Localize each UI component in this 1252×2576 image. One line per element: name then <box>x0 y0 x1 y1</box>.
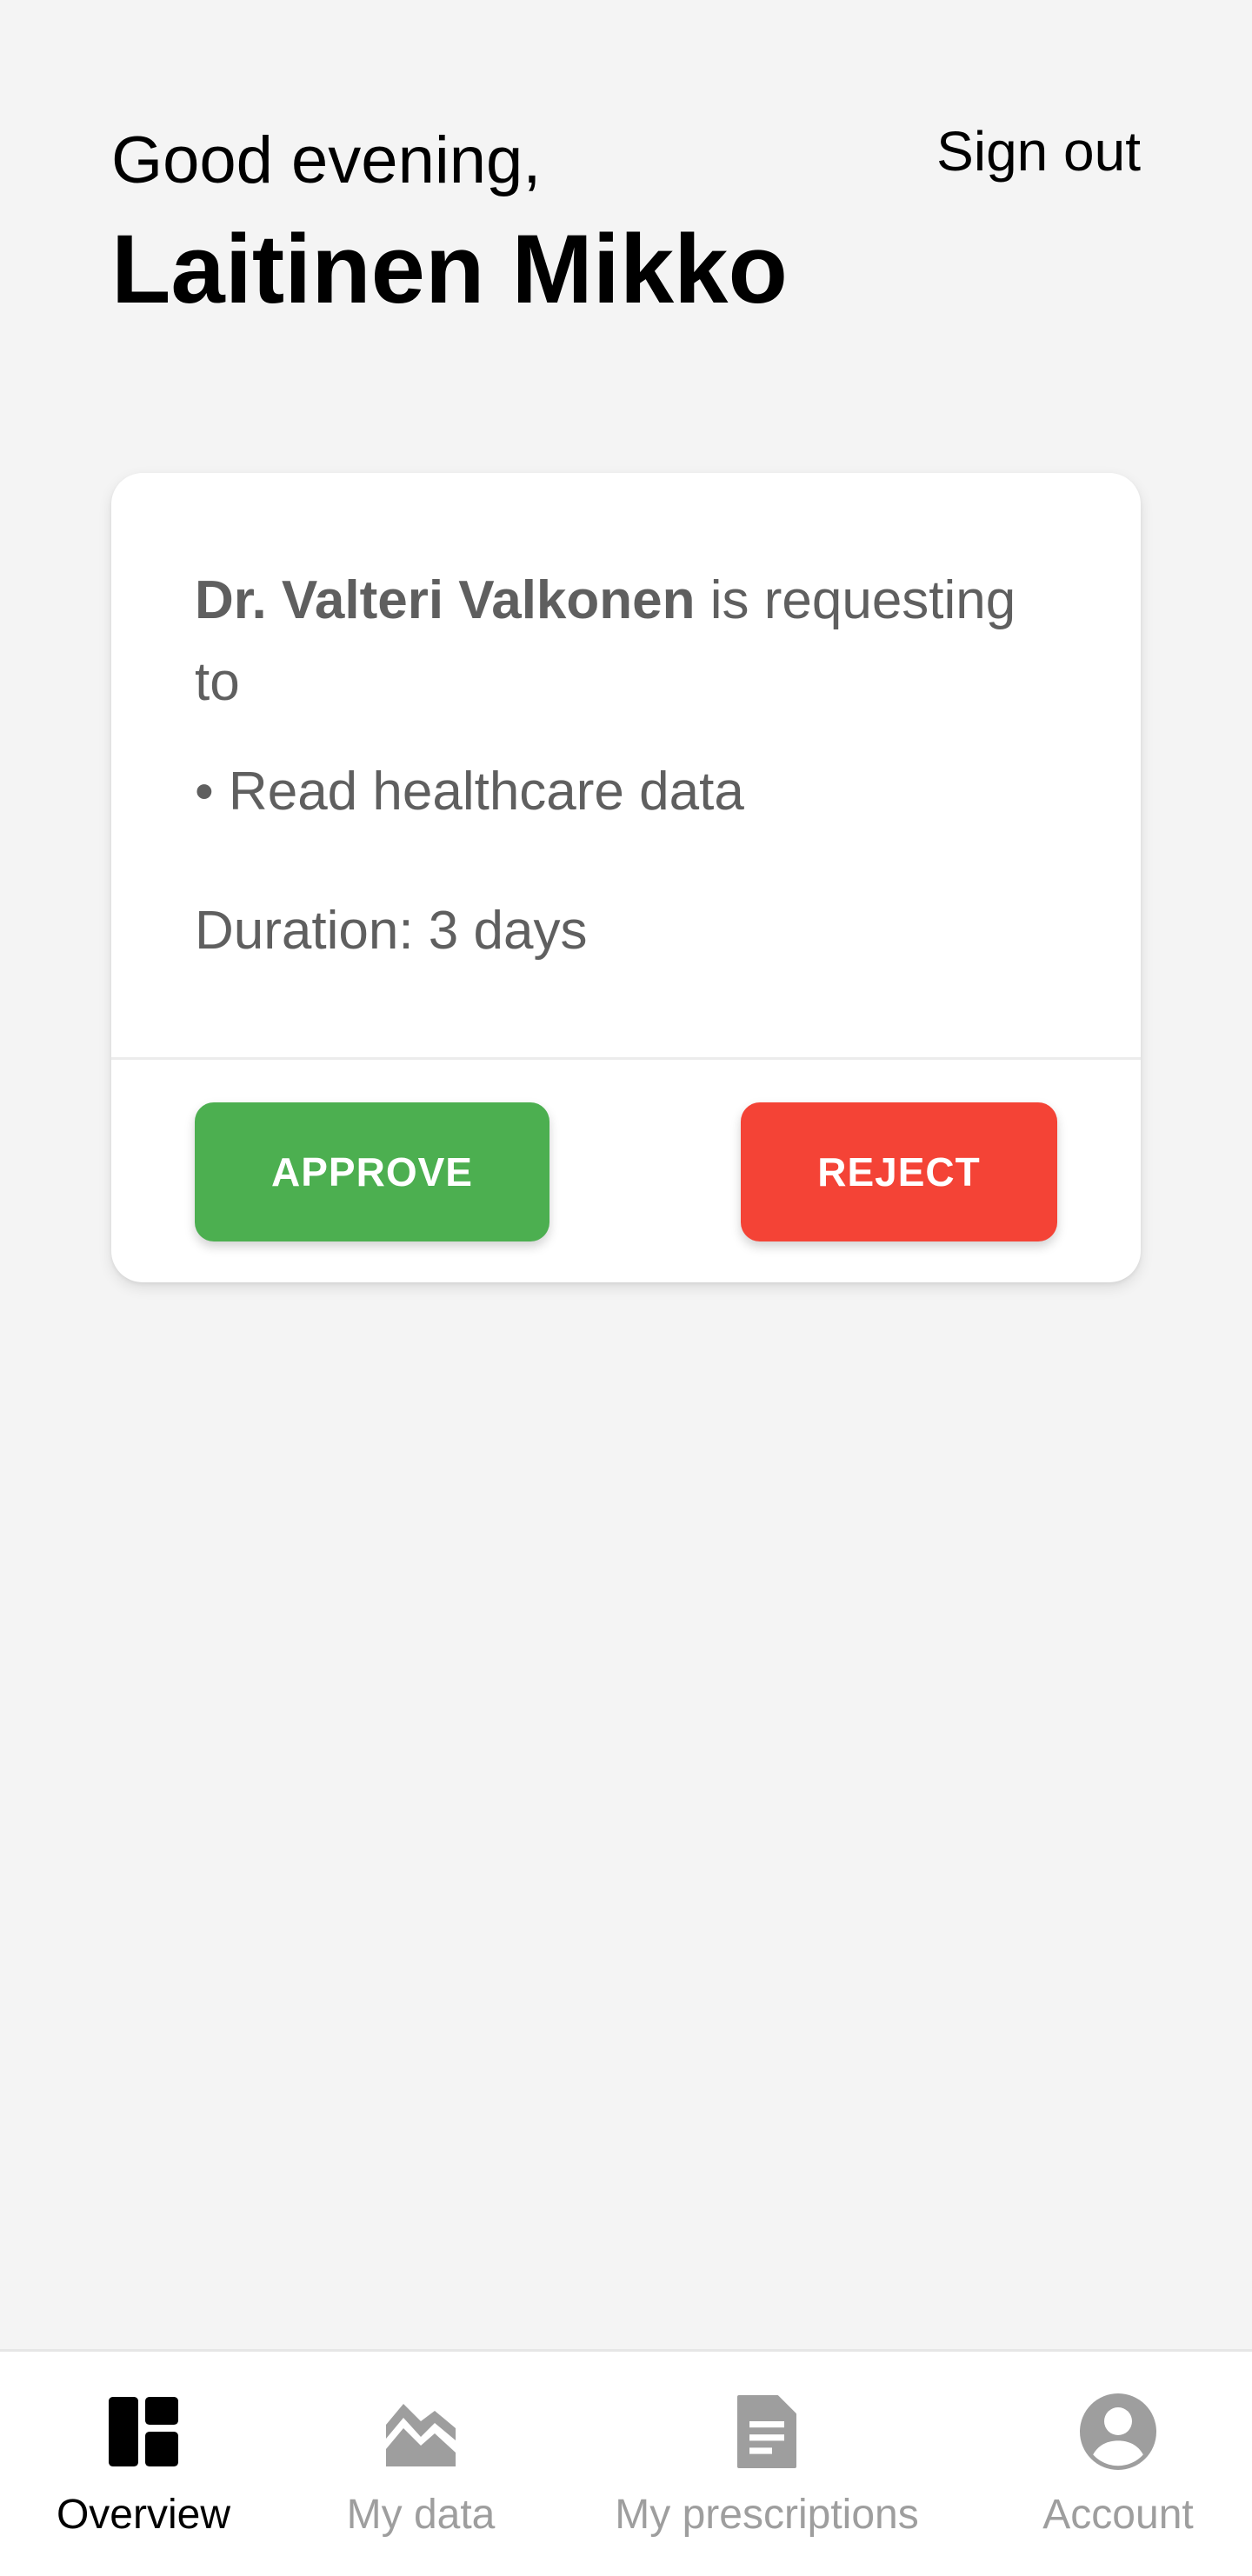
card-divider <box>111 1057 1141 1060</box>
request-duration: Duration: 3 days <box>195 901 588 961</box>
request-message: Dr. Valteri Valkonen is requesting to <box>195 560 1057 723</box>
chart-icon <box>386 2404 456 2466</box>
requested-permission: • Read healthcare data <box>195 762 744 822</box>
access-request-card: Dr. Valteri Valkonen is requesting to • … <box>111 473 1141 1282</box>
requester-name: Dr. Valteri Valkonen <box>195 570 696 630</box>
request-details: Dr. Valteri Valkonen is requesting to • … <box>195 560 1057 972</box>
nav-item-my-data[interactable]: My data <box>332 2352 509 2576</box>
approve-button[interactable]: APPROVE <box>195 1102 549 1241</box>
user-name: Laitinen Mikko <box>111 215 788 323</box>
dashboard-icon <box>109 2397 178 2466</box>
nav-item-overview[interactable]: Overview <box>54 2352 233 2576</box>
nav-label-my-data: My data <box>346 2492 496 2538</box>
nav-label-my-prescriptions: My prescriptions <box>615 2492 919 2538</box>
bottom-navigation: Overview My data My prescriptions Accoun… <box>0 2349 1252 2576</box>
nav-label-account: Account <box>1042 2492 1194 2538</box>
nav-item-account[interactable]: Account <box>1033 2352 1203 2576</box>
nav-item-my-prescriptions[interactable]: My prescriptions <box>609 2352 925 2576</box>
greeting-text: Good evening, <box>111 123 542 197</box>
nav-label-overview: Overview <box>56 2492 231 2538</box>
account-icon <box>1080 2393 1156 2470</box>
sign-out-button[interactable]: Sign out <box>936 115 1141 188</box>
document-icon <box>737 2395 796 2468</box>
reject-button[interactable]: REJECT <box>741 1102 1057 1241</box>
